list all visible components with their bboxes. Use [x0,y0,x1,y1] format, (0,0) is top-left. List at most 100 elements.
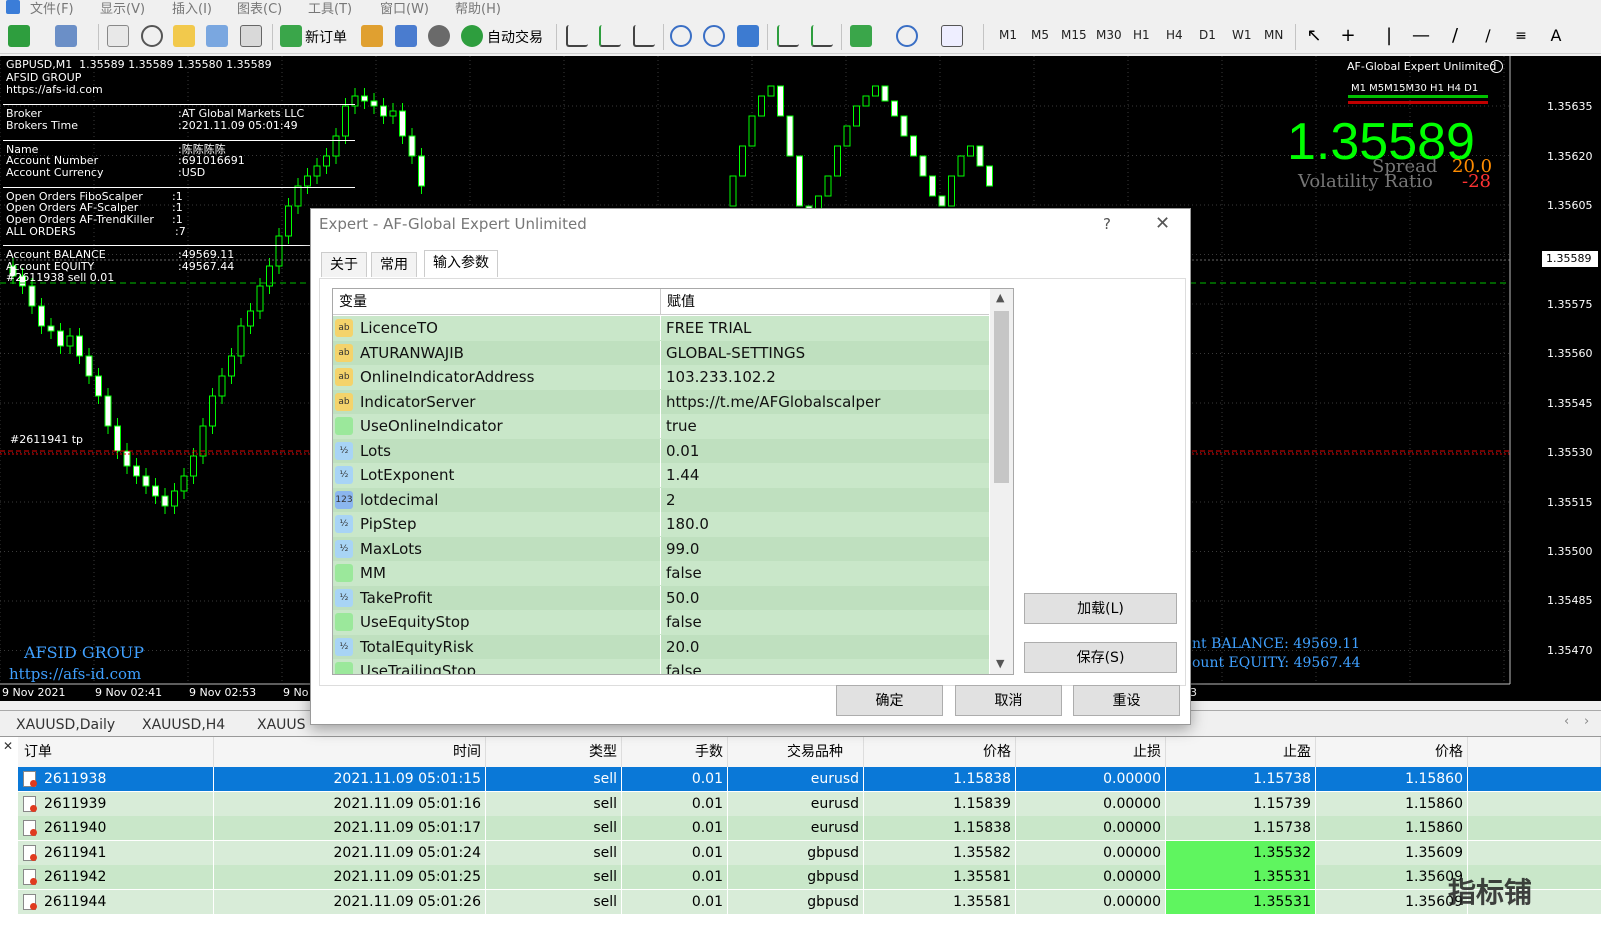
scroll-up-icon[interactable]: ▲ [996,291,1004,304]
tab-xauusd-daily[interactable]: XAUUSD,Daily [4,714,127,736]
trendline-icon[interactable]: / [1444,25,1466,47]
param-value[interactable]: 50.0 [666,586,699,610]
fibo-icon[interactable]: ≡ [1510,25,1532,47]
tab-xauusd[interactable]: XAUUS [245,714,318,736]
param-row[interactable]: UseEquityStop false [333,610,989,635]
vertical-line-icon[interactable]: | [1378,25,1400,47]
menu-insert[interactable]: 插入(I) [172,0,212,16]
timeframe-w1[interactable]: W1 [1232,28,1252,42]
param-row[interactable]: ½ PipStep 180.0 [333,512,989,537]
menu-tools[interactable]: 工具(T) [308,0,352,16]
header-variable[interactable]: 变量 [333,289,661,315]
menu-view[interactable]: 显示(V) [100,0,145,16]
indicators-icon[interactable] [850,25,872,47]
param-value[interactable]: true [666,414,697,438]
param-value[interactable]: 1.44 [666,463,699,487]
col-lots[interactable]: 手数 [622,737,728,767]
auto-scroll-icon[interactable] [811,25,833,47]
param-row[interactable]: ½ MaxLots 99.0 [333,536,989,561]
order-row[interactable]: 2611942 2021.11.09 05:01:25 sell 0.01 gbpusd… [18,865,1601,889]
header-value[interactable]: 赋值 [661,289,989,315]
param-value[interactable]: https://t.me/AFGlobalscalper [666,390,880,414]
param-value[interactable]: false [666,610,702,634]
crosshair-icon[interactable] [141,25,163,47]
timeframe-m1[interactable]: M1 [999,28,1017,42]
param-value[interactable]: FREE TRIAL [666,316,751,340]
text-tool-icon[interactable]: A [1545,25,1567,47]
zoom-out-icon[interactable] [703,25,725,47]
timeframe-m15[interactable]: M15 [1061,28,1087,42]
menu-help[interactable]: 帮助(H) [455,0,501,16]
tab-xauusd-h4[interactable]: XAUUSD,H4 [130,714,237,736]
line-chart-icon[interactable] [633,25,655,47]
market-icon[interactable] [428,25,450,47]
param-row[interactable]: ab IndicatorServer https://t.me/AFGlobalsc… [333,389,989,414]
col-type[interactable]: 类型 [486,737,622,767]
col-sl[interactable]: 止损 [1016,737,1166,767]
new-order-icon[interactable] [280,25,302,47]
timeframe-h4[interactable]: H4 [1166,28,1183,42]
param-value[interactable]: 2 [666,488,676,512]
menu-window[interactable]: 窗口(W) [380,0,429,16]
col-symbol[interactable]: 交易品种 [728,737,864,767]
order-row[interactable]: 2611939 2021.11.09 05:01:16 sell 0.01 eurusd… [18,791,1601,816]
cursor-icon[interactable]: ↖ [1303,25,1325,47]
timeframe-mn[interactable]: MN [1264,28,1283,42]
col-tp[interactable]: 止盈 [1166,737,1316,767]
navigator-icon[interactable] [173,25,195,47]
tab-about[interactable]: 关于 [321,252,367,277]
timeframe-h1[interactable]: H1 [1133,28,1150,42]
param-row[interactable]: UseOnlineIndicator true [333,414,989,439]
terminal-icon[interactable] [206,25,228,47]
new-order-button[interactable]: 新订单 [305,27,347,47]
param-row[interactable]: ½ LotExponent 1.44 [333,463,989,488]
param-value[interactable]: 0.01 [666,439,699,463]
metaeditor-icon[interactable] [361,25,383,47]
help-button[interactable]: ? [1103,215,1111,233]
auto-trading-button[interactable]: 自动交易 [487,27,543,47]
grid-scrollbar[interactable]: ▲ ▼ [990,289,1013,674]
chart-shift-icon[interactable] [777,25,799,47]
param-row[interactable]: 123 lotdecimal 2 [333,487,989,512]
tab-common[interactable]: 常用 [371,252,417,277]
tester-icon[interactable] [240,25,262,47]
candle-chart-icon[interactable] [599,25,621,47]
col-time[interactable]: 时间 [214,737,486,767]
col-price[interactable]: 价格 [864,737,1016,767]
order-row[interactable]: 2611940 2021.11.09 05:01:17 sell 0.01 eurusd… [18,816,1601,840]
templates-icon[interactable] [941,25,963,47]
order-row[interactable]: 2611938 2021.11.09 05:01:15 sell 0.01 eurusd… [18,767,1601,791]
order-row[interactable]: 2611941 2021.11.09 05:01:24 sell 0.01 gbpusd… [18,840,1601,865]
param-row[interactable]: ab ATURANWAJIB GLOBAL-SETTINGS [333,340,989,365]
close-button[interactable]: ✕ [1155,213,1170,234]
terminal-close-icon[interactable]: ✕ [3,739,13,753]
param-value[interactable]: GLOBAL-SETTINGS [666,341,805,365]
param-value[interactable]: 99.0 [666,537,699,561]
param-value[interactable]: 20.0 [666,635,699,659]
menu-file[interactable]: 文件(F) [30,0,74,16]
save-button[interactable]: 保存(S) [1024,642,1177,673]
reset-button[interactable]: 重设 [1073,685,1180,716]
col-cur-price[interactable]: 价格 [1316,737,1468,767]
param-row[interactable]: ab OnlineIndicatorAddress 103.233.102.2 [333,365,989,390]
param-value[interactable]: false [666,659,702,674]
param-value[interactable]: 180.0 [666,512,709,536]
scroll-down-icon[interactable]: ▼ [996,657,1004,670]
periods-icon[interactable] [896,25,918,47]
profiles-icon[interactable] [55,25,77,47]
param-value[interactable]: 103.233.102.2 [666,365,776,389]
horizontal-line-icon[interactable]: — [1410,25,1432,47]
tab-inputs[interactable]: 输入参数 [424,250,498,277]
bar-chart-icon[interactable] [566,25,588,47]
param-value[interactable]: false [666,561,702,585]
param-row[interactable]: ½ TotalEquityRisk 20.0 [333,634,989,659]
scroll-right-icon[interactable]: › [1584,714,1589,729]
param-row[interactable]: UseTrailingStop false [333,659,989,674]
zoom-in-icon[interactable] [670,25,692,47]
tile-windows-icon[interactable] [737,25,759,47]
timeframe-d1[interactable]: D1 [1199,28,1216,42]
cancel-button[interactable]: 取消 [955,685,1062,716]
scroll-left-icon[interactable]: ‹ [1564,714,1569,729]
timeframe-m5[interactable]: M5 [1031,28,1049,42]
menu-chart[interactable]: 图表(C) [237,0,282,16]
